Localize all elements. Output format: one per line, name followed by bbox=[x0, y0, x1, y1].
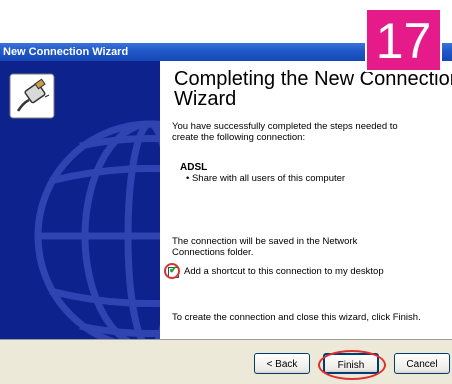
network-cable-icon bbox=[9, 73, 55, 119]
connection-detail: • Share with all users of this computer bbox=[186, 173, 346, 184]
page-title: Completing the New Connection bbox=[174, 68, 452, 90]
connection-name: ADSL bbox=[180, 162, 208, 173]
page-title-line2: Wizard bbox=[174, 88, 237, 110]
intro-text-line2: create the following connection: bbox=[172, 132, 306, 143]
back-button[interactable]: < Back bbox=[254, 353, 310, 374]
finish-button[interactable]: Finish bbox=[323, 353, 379, 374]
shortcut-checkbox-label[interactable]: Add a shortcut to this connection to my … bbox=[184, 266, 384, 277]
wizard-side-panel bbox=[0, 61, 160, 339]
save-note-line1: The connection will be saved in the Netw… bbox=[172, 236, 358, 247]
wizard-content: Completing the New Connection Wizard You… bbox=[160, 61, 452, 339]
window-title: New Connection Wizard bbox=[3, 46, 129, 58]
finish-instruction: To create the connection and close this … bbox=[172, 312, 421, 323]
step-number-badge: 17 bbox=[365, 8, 442, 72]
button-bar: < Back Finish Cancel bbox=[0, 340, 452, 384]
cancel-button[interactable]: Cancel bbox=[394, 353, 450, 374]
save-note-line2: Connections folder. bbox=[172, 247, 254, 258]
highlight-circle-checkbox bbox=[164, 263, 180, 279]
wizard-window: New Connection Wizard Completing the New… bbox=[0, 0, 452, 384]
intro-text-line1: You have successfully completed the step… bbox=[172, 121, 398, 132]
